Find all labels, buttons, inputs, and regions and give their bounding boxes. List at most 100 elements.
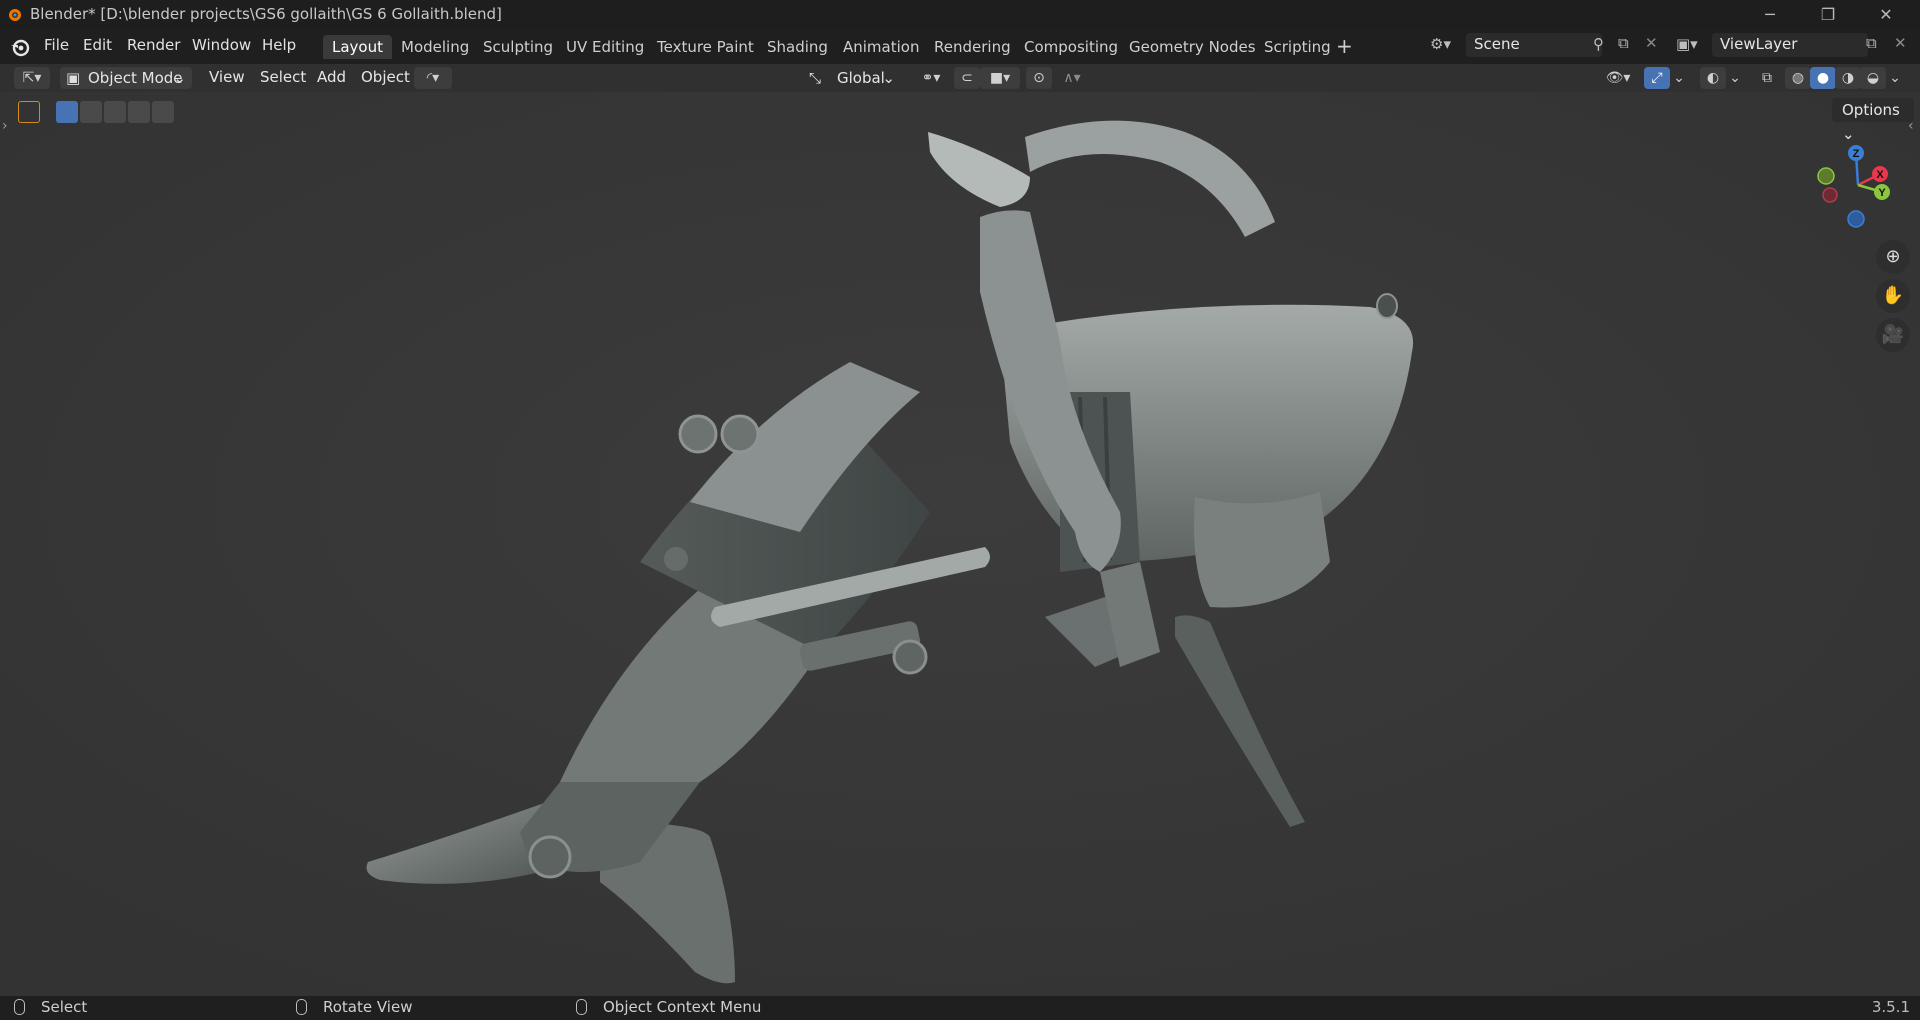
tab-geometry-nodes[interactable]: Geometry Nodes	[1120, 35, 1265, 59]
gizmo-z-label: Z	[1853, 148, 1860, 160]
shading-dropdown-icon[interactable]: ⌄	[1886, 67, 1904, 89]
menu-select[interactable]: Select	[260, 68, 306, 86]
restore-button[interactable]: ❐	[1800, 0, 1856, 28]
transform-orientation-dropdown[interactable]: ⤡ Global ⌄	[805, 67, 901, 89]
material-preview-icon[interactable]: ◑	[1835, 67, 1861, 89]
piston-wheel	[892, 639, 928, 675]
close-button[interactable]: ✕	[1858, 0, 1914, 28]
select-box-intersect-icon[interactable]	[152, 101, 174, 123]
add-workspace-button[interactable]: +	[1336, 35, 1353, 57]
head-eye-port	[1376, 293, 1398, 319]
status-context-menu: Object Context Menu	[576, 998, 761, 1016]
toolbar-toggle-icon[interactable]: ›	[2, 118, 8, 134]
menu-object[interactable]: Object	[361, 68, 410, 86]
tab-shading[interactable]: Shading	[758, 35, 837, 59]
status-bar: Select Rotate View Object Context Menu 3…	[0, 996, 1920, 1020]
tail-gear	[528, 835, 572, 879]
proportional-editing-icon[interactable]: ⊙	[1026, 67, 1052, 89]
scene-icon[interactable]: ⚙▾	[1430, 35, 1451, 53]
select-box-extend-icon[interactable]	[80, 101, 102, 123]
view-layer-icon[interactable]: ▣▾	[1676, 35, 1698, 53]
mouse-right-icon	[576, 998, 587, 1015]
top-menu-bar: File Edit Render Window Help Layout Mode…	[0, 28, 1920, 64]
proportional-falloff-icon[interactable]: ∧▾	[1054, 67, 1090, 89]
editor-type-icon[interactable]: ⇱▾	[14, 67, 50, 89]
gizmo-y-label: Y	[1878, 187, 1886, 199]
window-title: Blender* [D:\blender projects\GS6 gollai…	[30, 5, 502, 23]
chevron-down-icon: ⌄	[882, 69, 895, 87]
gizmo-x-label: X	[1876, 169, 1884, 181]
status-rotate: Rotate View	[296, 998, 412, 1016]
gizmo-dropdown-icon[interactable]: ⌄	[1670, 67, 1688, 89]
visibility-icon[interactable]: 👁▾	[1600, 67, 1636, 89]
select-box-subtract-icon[interactable]	[104, 101, 126, 123]
snap-target-icon[interactable]: ■▾	[980, 67, 1020, 89]
tab-layout[interactable]: Layout	[323, 35, 392, 59]
tab-scripting[interactable]: Scripting	[1255, 35, 1340, 59]
new-view-layer-icon[interactable]: ⧉	[1866, 34, 1877, 52]
joint-right	[720, 414, 760, 454]
pivot-point-icon[interactable]: ⚭▾	[914, 67, 948, 89]
status-select: Select	[14, 998, 87, 1016]
delete-scene-icon[interactable]: ✕	[1645, 34, 1658, 52]
tab-sculpting[interactable]: Sculpting	[474, 35, 562, 59]
menu-help[interactable]: Help	[262, 36, 296, 54]
pan-hand-icon[interactable]: ✋	[1876, 279, 1910, 313]
falloff-icon[interactable]: ◜▾	[414, 67, 452, 89]
blender-logo-icon[interactable]	[9, 36, 31, 58]
rendered-shading-icon[interactable]: ◒	[1860, 67, 1886, 89]
select-box-new-icon[interactable]	[56, 101, 78, 123]
menu-window[interactable]: Window	[192, 36, 251, 54]
tab-texture-paint[interactable]: Texture Paint	[648, 35, 763, 59]
snap-icon[interactable]: ⊂	[954, 67, 980, 89]
new-scene-icon[interactable]: ⧉	[1618, 34, 1629, 52]
delete-view-layer-icon[interactable]: ✕	[1894, 34, 1907, 52]
menu-render[interactable]: Render	[127, 36, 180, 54]
menu-view[interactable]: View	[209, 68, 245, 86]
xray-toggle-icon[interactable]: ⧉	[1754, 67, 1780, 89]
overlays-toggle-icon[interactable]: ◐	[1700, 67, 1726, 89]
joint-left	[678, 414, 718, 454]
viewport-header: ⇱▾ ▣ Object Mode ⌄ View Select Add Objec…	[0, 64, 1920, 92]
overlays-dropdown-icon[interactable]: ⌄	[1726, 67, 1744, 89]
gizmo-toggle-icon[interactable]: ⤢	[1644, 67, 1670, 89]
navigation-gizmo[interactable]: Z X Y	[1810, 140, 1900, 230]
tab-animation[interactable]: Animation	[834, 35, 928, 59]
joint-small	[664, 547, 688, 571]
orientation-label: Global	[837, 69, 885, 87]
scene-field[interactable]: Scene	[1466, 33, 1602, 57]
select-tool-icon[interactable]	[18, 101, 40, 123]
mouse-left-icon	[14, 998, 25, 1015]
title-bar: Blender* [D:\blender projects\GS6 gollai…	[0, 0, 1920, 28]
tab-uv-editing[interactable]: UV Editing	[557, 35, 653, 59]
select-box-invert-icon[interactable]	[128, 101, 150, 123]
options-dropdown[interactable]: Options ⌄	[1832, 98, 1914, 143]
tab-rendering[interactable]: Rendering	[925, 35, 1020, 59]
menu-file[interactable]: File	[44, 36, 69, 54]
gizmo-neg-z-axis	[1847, 210, 1865, 228]
view-layer-name: ViewLayer	[1720, 35, 1798, 53]
version-label: 3.5.1	[1871, 998, 1910, 1016]
menu-edit[interactable]: Edit	[83, 36, 112, 54]
blender-app-icon	[9, 9, 21, 21]
view-layer-field[interactable]: ViewLayer	[1712, 33, 1868, 57]
3d-viewport[interactable]: › ‹ Z X Y ⊕ ✋ 🎥	[0, 92, 1920, 996]
tab-modeling[interactable]: Modeling	[392, 35, 478, 59]
solid-shading-icon[interactable]: ●	[1810, 67, 1836, 89]
scene-name: Scene	[1474, 35, 1520, 53]
zoom-icon[interactable]: ⊕	[1876, 240, 1910, 274]
orientation-icon: ⤡	[809, 69, 822, 87]
pin-icon[interactable]: ⚲	[1593, 35, 1604, 53]
options-label: Options	[1842, 101, 1900, 119]
chevron-down-icon: ⌄	[173, 69, 186, 87]
tab-compositing[interactable]: Compositing	[1015, 35, 1127, 59]
mode-dropdown[interactable]: ▣ Object Mode ⌄	[60, 67, 192, 89]
mode-label: Object Mode	[88, 69, 183, 87]
gizmo-neg-y-axis	[1817, 167, 1835, 185]
camera-view-icon[interactable]: 🎥	[1876, 318, 1910, 352]
wireframe-shading-icon[interactable]: ◍	[1785, 67, 1811, 89]
object-mode-icon: ▣	[66, 69, 81, 87]
minimize-button[interactable]: ─	[1742, 0, 1798, 28]
mouse-middle-icon	[296, 998, 307, 1015]
menu-add[interactable]: Add	[317, 68, 346, 86]
